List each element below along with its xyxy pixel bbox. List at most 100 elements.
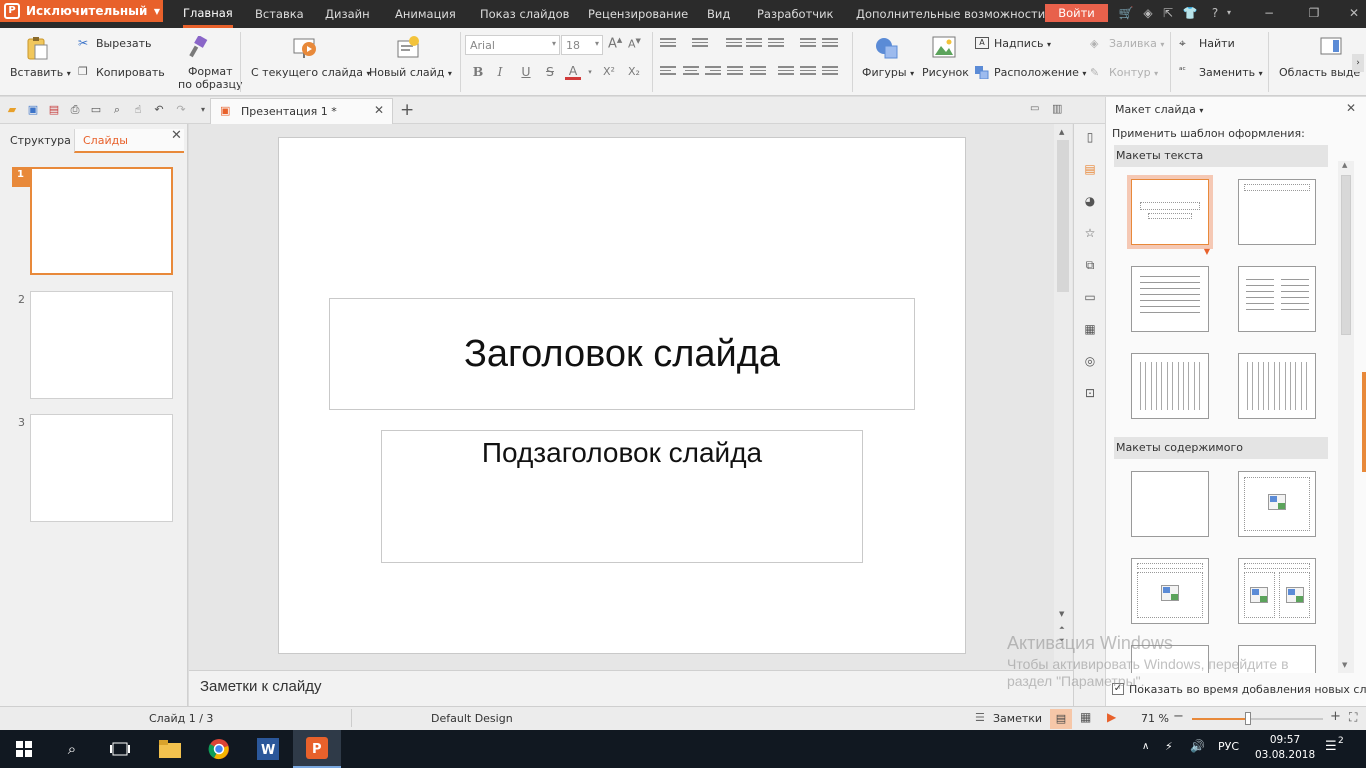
bold-button[interactable]: B <box>470 64 486 80</box>
customize-qa-icon[interactable]: ▾ <box>196 103 210 117</box>
animation-icon[interactable]: ☆ <box>1082 225 1098 241</box>
preview-icon[interactable]: ⌕ <box>110 103 124 117</box>
restore-icon[interactable]: ❐ <box>1306 5 1322 21</box>
selection-pane-icon[interactable] <box>1320 36 1344 58</box>
export-pdf-icon[interactable]: ▤ <box>47 103 61 117</box>
replace-button[interactable]: Заменить ▾ <box>1199 66 1263 79</box>
network-icon[interactable]: ⚡ <box>1165 740 1173 753</box>
fit-window-icon[interactable]: ⛶ <box>1349 710 1357 725</box>
bullets-icon[interactable] <box>660 38 676 52</box>
tab-outline[interactable]: Структура <box>10 134 71 147</box>
file-explorer-icon[interactable] <box>146 730 194 768</box>
layout-title-only[interactable] <box>1238 179 1316 245</box>
zoom-slider-thumb[interactable] <box>1245 712 1251 725</box>
login-button[interactable]: Войти <box>1045 4 1108 22</box>
paste-icon[interactable] <box>24 36 50 62</box>
cut-button[interactable]: Вырезать <box>96 37 151 50</box>
slideshow-view-icon[interactable]: ▶ <box>1107 710 1116 724</box>
task-view-icon[interactable] <box>96 730 144 768</box>
picture-button[interactable]: Рисунок <box>922 66 969 79</box>
layout-vertical-text[interactable] <box>1131 353 1209 419</box>
screenshot-icon[interactable]: ⊡ <box>1082 385 1098 401</box>
wps-presentation-icon[interactable]: P <box>293 730 341 768</box>
tab-slideshow[interactable]: Показ слайдов <box>480 0 569 28</box>
align-text-icon[interactable] <box>800 66 816 80</box>
distribute-icon[interactable] <box>750 66 766 80</box>
justify-icon[interactable] <box>727 66 743 80</box>
strikethrough-button[interactable]: S <box>542 64 558 80</box>
open-icon[interactable]: ▰ <box>5 103 19 117</box>
text-direction-icon[interactable] <box>778 66 794 80</box>
pane-options-icon[interactable]: ▥ <box>1052 102 1062 115</box>
tab-home[interactable]: Главная <box>183 0 233 28</box>
normal-view-icon[interactable]: ▤ <box>1050 709 1072 729</box>
tray-expand-icon[interactable]: ∧ <box>1142 741 1149 752</box>
text-box-icon[interactable] <box>768 38 784 52</box>
tab-review[interactable]: Рецензирование <box>588 0 688 28</box>
ribbon-scroll-right-icon[interactable]: › <box>1352 54 1364 72</box>
shapes-icon[interactable] <box>874 36 900 60</box>
theme-icon[interactable]: ◕ <box>1082 193 1098 209</box>
notes-area[interactable]: Заметки к слайду <box>189 670 1073 706</box>
slide-thumbnail-3[interactable] <box>30 414 173 522</box>
app-menu-button[interactable]: P Исключительный ▼ <box>0 0 163 22</box>
shapes-pane-icon[interactable]: ◎ <box>1082 353 1098 369</box>
new-document-icon[interactable]: ▯ <box>1082 129 1098 145</box>
find-button[interactable]: Найти <box>1199 37 1235 50</box>
scroll-down-icon[interactable]: ▼ <box>1342 661 1347 669</box>
superscript-button[interactable]: X² <box>599 64 619 80</box>
previous-slide-icon[interactable]: ⏶ <box>1059 624 1065 633</box>
scroll-up-icon[interactable]: ▲ <box>1059 128 1064 136</box>
zoom-out-icon[interactable]: − <box>1173 709 1184 724</box>
scroll-up-icon[interactable]: ▲ <box>1342 161 1347 169</box>
smartart-icon[interactable] <box>822 66 838 80</box>
layout-title-slide[interactable]: ▼ <box>1127 175 1213 256</box>
layout-title-content[interactable] <box>1131 266 1209 332</box>
tab-design[interactable]: Дизайн <box>325 0 370 28</box>
arrange-button[interactable]: Расположение ▾ <box>994 66 1086 79</box>
layout-dropdown-icon[interactable]: ▼ <box>1204 247 1210 256</box>
layout-title-two-content[interactable] <box>1238 558 1316 624</box>
font-size-field[interactable]: 18 ▾ <box>561 35 603 55</box>
clock[interactable]: 09:57 03.08.2018 <box>1255 733 1315 763</box>
tab-slides[interactable]: Слайды <box>74 129 184 153</box>
notes-toggle-button[interactable]: Заметки <box>993 712 1042 725</box>
close-pane-icon[interactable]: ✕ <box>171 128 182 143</box>
tab-extras[interactable]: Дополнительные возможности <box>856 0 1045 28</box>
skin-icon[interactable]: ◈ <box>1140 5 1156 21</box>
align-left-icon[interactable] <box>660 66 676 80</box>
language-indicator[interactable]: РУС <box>1218 740 1239 753</box>
panel-scrollbar[interactable]: ▲ ▼ <box>1338 161 1354 673</box>
notes-pane-icon[interactable]: ▦ <box>1082 321 1098 337</box>
minimize-pane-icon[interactable]: ▭ <box>1030 103 1039 114</box>
panel-title[interactable]: Макет слайда ▾ <box>1115 103 1203 116</box>
slide-title-placeholder[interactable]: Заголовок слайда <box>329 298 915 410</box>
print-preview-icon[interactable]: ▭ <box>89 103 103 117</box>
close-window-icon[interactable]: ✕ <box>1346 5 1362 21</box>
slide-sorter-icon[interactable]: ▦ <box>1080 710 1091 724</box>
minimize-icon[interactable]: − <box>1261 5 1277 21</box>
scroll-down-icon[interactable]: ▼ <box>1059 610 1064 618</box>
line-spacing-icon[interactable] <box>822 38 838 52</box>
chrome-icon[interactable] <box>195 730 243 768</box>
help-dropdown-icon[interactable]: ▾ <box>1221 5 1237 21</box>
align-center-icon[interactable] <box>683 66 699 80</box>
increase-indent-icon[interactable] <box>746 38 762 52</box>
decrease-indent-icon[interactable] <box>726 38 742 52</box>
tab-developer[interactable]: Разработчик <box>757 0 834 28</box>
notification-center-icon[interactable]: ☰ <box>1325 739 1337 754</box>
close-tab-icon[interactable]: ✕ <box>374 103 384 117</box>
selection-pane-button[interactable]: Область выде <box>1279 66 1360 79</box>
tab-insert[interactable]: Вставка <box>255 0 304 28</box>
zoom-in-icon[interactable]: + <box>1330 709 1341 724</box>
font-name-field[interactable]: Arial ▾ <box>465 35 560 55</box>
paste-button[interactable]: Вставить ▾ <box>10 66 71 79</box>
print-icon[interactable]: ⎙ <box>68 103 82 117</box>
new-slide-icon[interactable] <box>396 36 420 60</box>
copy-button[interactable]: Копировать <box>96 66 165 79</box>
slide-thumbnail-2[interactable] <box>30 291 173 399</box>
grow-font-button[interactable]: A▲ <box>608 36 622 51</box>
from-current-slide-button[interactable]: С текущего слайда ▾ <box>251 66 370 79</box>
italic-button[interactable]: I <box>492 64 508 80</box>
textbox-button[interactable]: Надпись ▾ <box>994 37 1051 50</box>
